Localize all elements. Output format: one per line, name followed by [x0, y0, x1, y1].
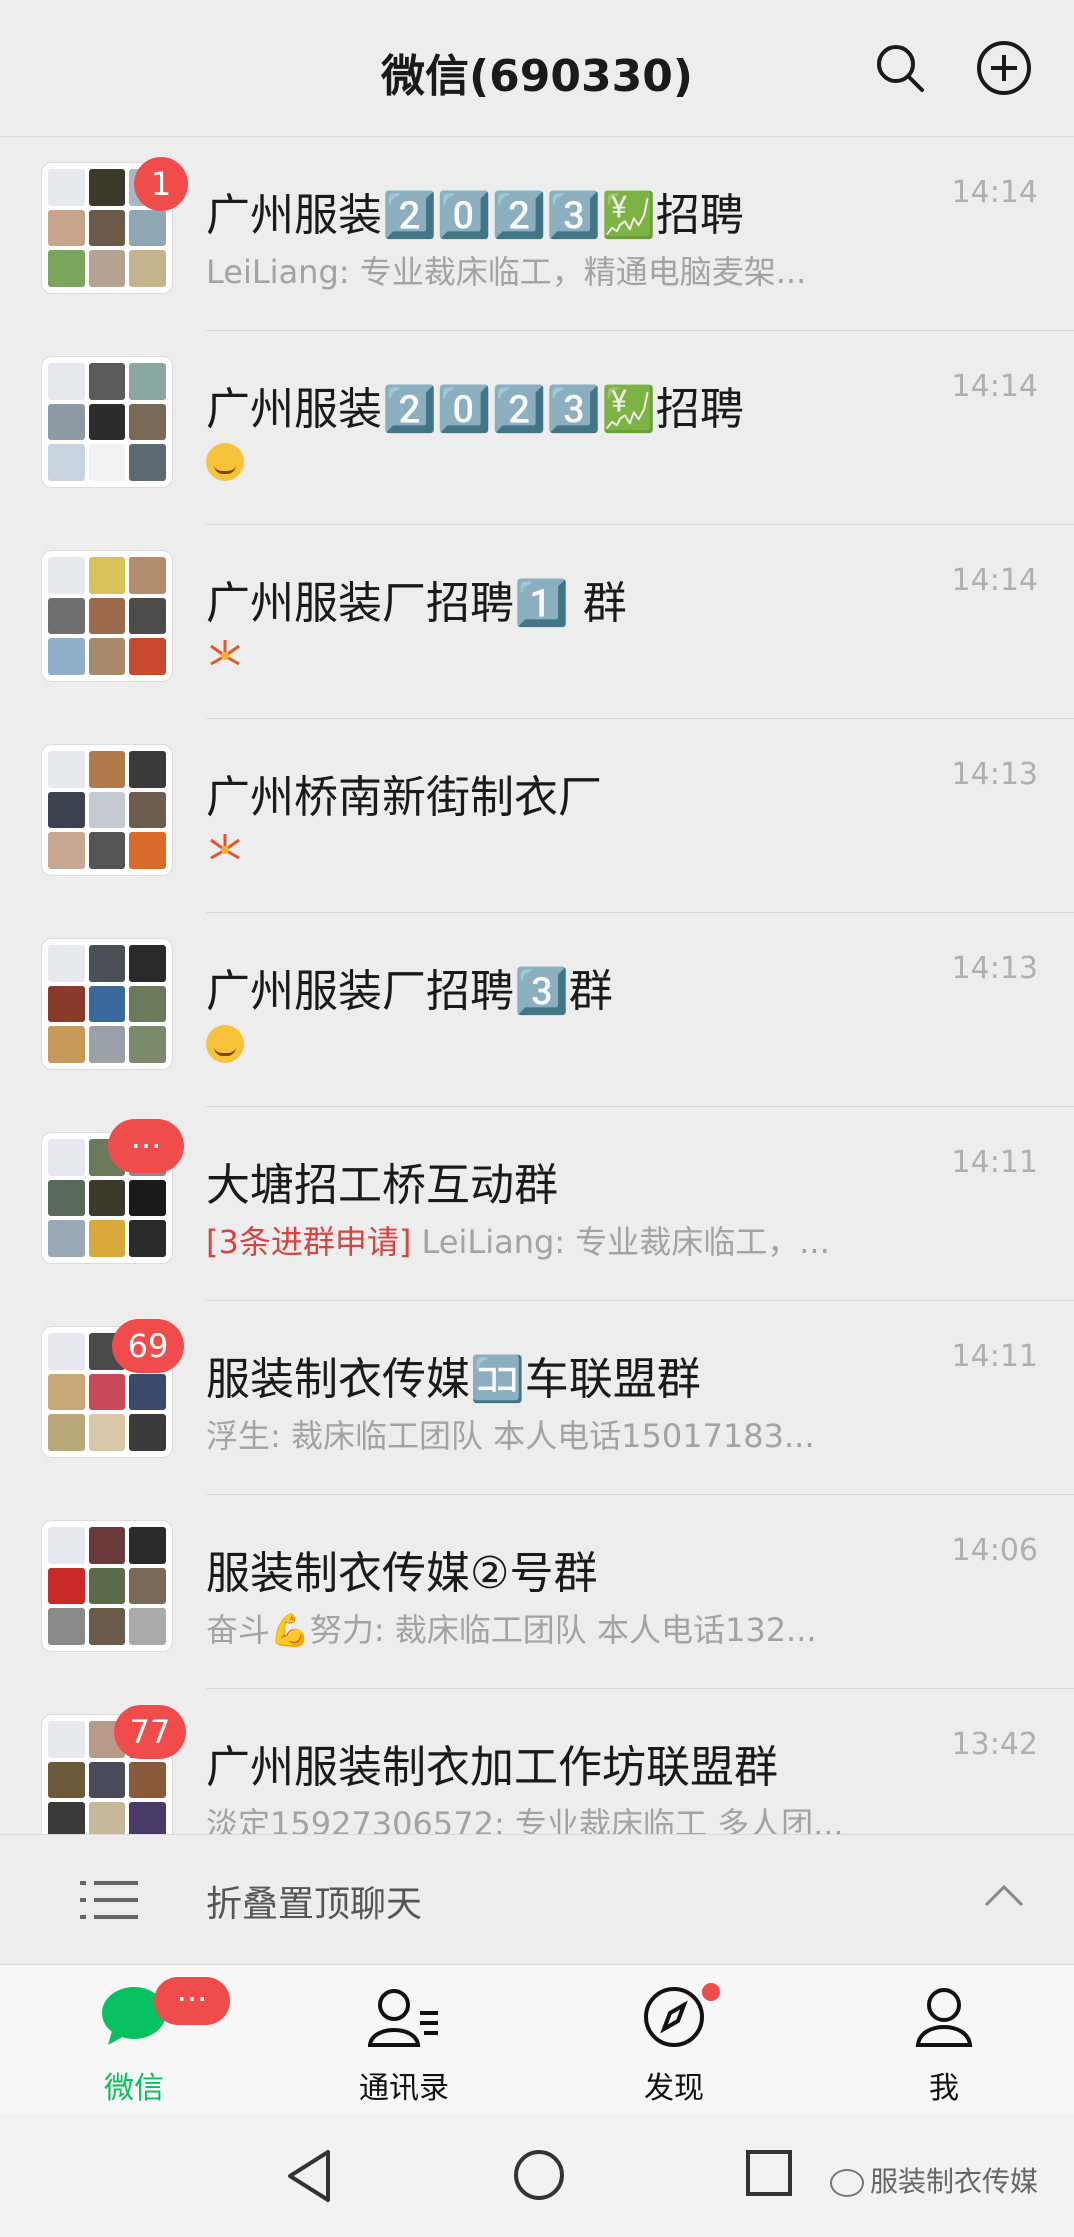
group-avatar	[42, 551, 172, 681]
smirk-666-emoji-icon	[206, 1025, 244, 1063]
chat-name: 广州服装2️⃣0️⃣2️⃣3️⃣💹招聘	[206, 190, 744, 241]
group-avatar	[42, 745, 172, 875]
tab-label: 微信	[104, 2071, 164, 2106]
folded-pinned-chats[interactable]: 折叠置顶聊天	[0, 1834, 1074, 1965]
chat-preview-text: LeiLiang: 专业裁床临工，...	[411, 1223, 830, 1261]
chat-preview: 淡定15927306572: 专业裁床临工 多人团...	[206, 1805, 844, 1834]
chat-preview	[206, 635, 244, 675]
chat-time: 13:42	[951, 1727, 1038, 1762]
chat-preview	[206, 441, 244, 481]
tab-discover[interactable]: 发现	[584, 1965, 764, 2115]
chat-name: 大塘招工桥互动群	[206, 1160, 558, 1211]
tab-label: 通讯录	[359, 2071, 449, 2106]
smirk-666-emoji-icon	[206, 443, 244, 481]
chat-time: 14:13	[951, 951, 1038, 986]
chat-preview: 奋斗💪努力: 裁床临工团队 本人电话132...	[206, 1611, 817, 1649]
chat-row[interactable]: 广州服装2️⃣0️⃣2️⃣3️⃣💹招聘 14:14	[0, 331, 1074, 525]
chat-preview	[206, 1023, 244, 1063]
join-request-notice: [3条进群申请]	[206, 1223, 412, 1261]
chat-preview: [3条进群申请] LeiLiang: 专业裁床临工，...	[206, 1217, 830, 1263]
chat-time: 14:14	[951, 563, 1038, 598]
chat-time: 14:06	[951, 1533, 1038, 1568]
group-avatar	[42, 357, 172, 487]
chat-row[interactable]: 广州服装厂招聘3️⃣群 14:13	[0, 913, 1074, 1107]
chat-name: 服装制衣传媒🈁车联盟群	[206, 1354, 701, 1405]
app-header: 微信(690330)	[0, 0, 1074, 137]
chat-row[interactable]: 69 服装制衣传媒🈁车联盟群 14:11 浮生: 裁床临工团队 本人电话1501…	[0, 1301, 1074, 1495]
contacts-icon	[368, 1989, 438, 2047]
chat-preview: 浮生: 裁床临工团队 本人电话15017183...	[206, 1417, 815, 1455]
chat-row[interactable]: 广州桥南新街制衣厂 14:13	[0, 719, 1074, 913]
watermark-text: 服装制衣传媒	[869, 2165, 1038, 2198]
chevron-up-icon[interactable]	[984, 1883, 1024, 1907]
compass-icon	[644, 1987, 704, 2047]
chat-preview: LeiLiang: 专业裁床临工，精通电脑麦架...	[206, 253, 807, 291]
chat-row[interactable]: ··· 大塘招工桥互动群 14:11 [3条进群申请] LeiLiang: 专业…	[0, 1107, 1074, 1301]
chat-row[interactable]: 1 广州服装2️⃣0️⃣2️⃣3️⃣💹招聘 14:14 LeiLiang: 专业…	[0, 137, 1074, 331]
new-dot-badge	[702, 1983, 720, 2001]
firework-emoji-icon	[210, 640, 240, 666]
chat-preview	[206, 829, 244, 869]
home-icon[interactable]	[512, 2148, 566, 2202]
chat-name: 广州桥南新街制衣厂	[206, 772, 602, 823]
tab-me[interactable]: 我	[854, 1965, 1034, 2115]
unread-badge: 1	[134, 157, 188, 211]
chat-time: 14:11	[951, 1145, 1038, 1180]
recents-icon[interactable]	[744, 2148, 794, 2198]
list-icon	[80, 1881, 138, 1919]
chats-tab-badge: ···	[154, 1977, 230, 2025]
tab-contacts[interactable]: 通讯录	[314, 1965, 494, 2115]
chat-row[interactable]: 广州服装厂招聘1️⃣ 群 14:14	[0, 525, 1074, 719]
chat-time: 14:14	[951, 369, 1038, 404]
watermark: 服装制衣传媒	[829, 2160, 1038, 2200]
unread-badge: 69	[112, 1319, 184, 1373]
tab-bar: ··· 微信 通讯录 发现 我	[0, 1964, 1074, 2115]
chat-row[interactable]: 服装制衣传媒②号群 14:06 奋斗💪努力: 裁床临工团队 本人电话132...	[0, 1495, 1074, 1689]
chat-time: 14:11	[951, 1339, 1038, 1374]
add-icon[interactable]	[976, 40, 1032, 96]
group-avatar	[42, 1521, 172, 1651]
group-avatar	[42, 939, 172, 1069]
wechat-logo-icon	[829, 2169, 864, 2197]
tab-label: 发现	[644, 2071, 704, 2106]
unread-dots-badge: ···	[108, 1119, 184, 1173]
chat-row[interactable]: 77 广州服装制衣加工作坊联盟群 13:42 淡定15927306572: 专业…	[0, 1689, 1074, 1834]
chat-time: 14:14	[951, 175, 1038, 210]
back-icon[interactable]	[284, 2148, 334, 2204]
chat-list[interactable]: 1 广州服装2️⃣0️⃣2️⃣3️⃣💹招聘 14:14 LeiLiang: 专业…	[0, 137, 1074, 1834]
chat-name: 广州服装制衣加工作坊联盟群	[206, 1742, 778, 1793]
folded-pinned-label: 折叠置顶聊天	[206, 1884, 423, 1925]
firework-emoji-icon	[210, 834, 240, 860]
chat-name: 服装制衣传媒②号群	[206, 1548, 598, 1599]
tab-label: 我	[929, 2071, 959, 2106]
chat-time: 14:13	[951, 757, 1038, 792]
chat-name: 广州服装2️⃣0️⃣2️⃣3️⃣💹招聘	[206, 384, 744, 435]
unread-badge: 77	[114, 1705, 186, 1759]
chat-name: 广州服装厂招聘1️⃣ 群	[206, 578, 627, 629]
chat-name: 广州服装厂招聘3️⃣群	[206, 966, 613, 1017]
search-icon[interactable]	[872, 40, 928, 96]
tab-chats[interactable]: ··· 微信	[44, 1965, 230, 2115]
person-icon	[915, 1988, 973, 2047]
